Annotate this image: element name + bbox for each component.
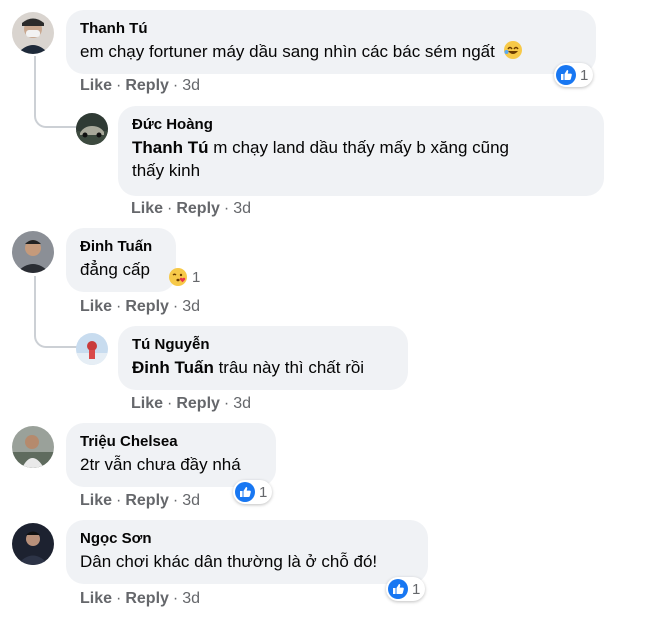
reaction-count[interactable]: 1 (233, 480, 273, 504)
like-button[interactable]: Like (131, 200, 163, 217)
like-button[interactable]: Like (80, 590, 112, 607)
reply-button[interactable]: Reply (125, 590, 169, 607)
comment-bubble: Đinh Tuấn đẳng cấp (66, 228, 176, 292)
comment-author[interactable]: Đức Hoàng (132, 115, 590, 134)
avatar[interactable] (76, 333, 108, 365)
reaction-count-value: 1 (580, 66, 589, 84)
kiss-heart-icon (168, 267, 188, 287)
mention-link[interactable]: Đinh Tuấn (132, 358, 214, 377)
reply-button[interactable]: Reply (176, 200, 220, 217)
reaction-count[interactable]: 1 (386, 577, 426, 601)
reaction-count-value: 1 (192, 268, 201, 286)
comment-actions: Like · Reply · 3d (80, 298, 201, 315)
reaction-count[interactable]: 1 (166, 265, 205, 289)
avatar[interactable] (12, 12, 54, 54)
like-icon (388, 579, 408, 599)
comment-timestamp[interactable]: 3d (182, 590, 200, 607)
reaction-count[interactable]: 1 (554, 63, 594, 87)
reaction-count-value: 1 (412, 580, 421, 598)
comment-timestamp[interactable]: 3d (233, 200, 251, 217)
comment-timestamp[interactable]: 3d (233, 395, 251, 412)
comment-actions: Like · Reply · 3d (131, 200, 252, 217)
comment-author[interactable]: Thanh Tú (80, 19, 582, 38)
avatar[interactable] (76, 113, 108, 145)
reply-button[interactable]: Reply (125, 77, 169, 94)
reply-button[interactable]: Reply (125, 492, 169, 509)
comment-text: đẳng cấp (80, 260, 150, 279)
comment-timestamp[interactable]: 3d (182, 298, 200, 315)
like-button[interactable]: Like (131, 395, 163, 412)
laugh-icon (503, 40, 523, 65)
comment-bubble: Đức Hoàng Thanh Tú m chạy land dầu thấy … (118, 106, 604, 196)
comment-text: Đinh Tuấn trâu này thì chất rồi (132, 358, 365, 377)
reply-button[interactable]: Reply (125, 298, 169, 315)
like-icon (235, 482, 255, 502)
mention-link[interactable]: Thanh Tú (132, 138, 208, 157)
reaction-count-value: 1 (259, 483, 268, 501)
like-button[interactable]: Like (80, 298, 112, 315)
comment-bubble: Thanh Tú em chạy fortuner máy dầu sang n… (66, 10, 596, 74)
comment-bubble: Tú Nguyễn Đinh Tuấn trâu này thì chất rồ… (118, 326, 408, 390)
comment-bubble: Triệu Chelsea 2tr vẫn chưa đầy nhá (66, 423, 276, 487)
like-button[interactable]: Like (80, 77, 112, 94)
comment-author[interactable]: Triệu Chelsea (80, 432, 262, 451)
comment-actions: Like · Reply · 3d (131, 395, 252, 412)
comment-actions: Like · Reply · 3d (80, 590, 201, 607)
avatar[interactable] (12, 426, 54, 468)
comment-text: em chạy fortuner máy dầu sang nhìn các b… (80, 42, 495, 61)
comment-timestamp[interactable]: 3d (182, 492, 200, 509)
comment-author[interactable]: Đinh Tuấn (80, 237, 162, 256)
avatar[interactable] (12, 523, 54, 565)
comment-timestamp[interactable]: 3d (182, 77, 200, 94)
comment-bubble: Ngọc Sơn Dân chơi khác dân thường là ở c… (66, 520, 428, 584)
comment-text: Dân chơi khác dân thường là ở chỗ đó! (80, 552, 378, 571)
comment-actions: Like · Reply · 3d (80, 492, 201, 509)
comment-author[interactable]: Tú Nguyễn (132, 335, 394, 354)
comment-actions: Like · Reply · 3d (80, 77, 201, 94)
comment-text: Thanh Tú m chạy land dầu thấy mấy b xăng… (132, 138, 509, 180)
comment-author[interactable]: Ngọc Sơn (80, 529, 414, 548)
reply-button[interactable]: Reply (176, 395, 220, 412)
avatar[interactable] (12, 231, 54, 273)
like-button[interactable]: Like (80, 492, 112, 509)
comment-text: 2tr vẫn chưa đầy nhá (80, 455, 241, 474)
like-icon (556, 65, 576, 85)
